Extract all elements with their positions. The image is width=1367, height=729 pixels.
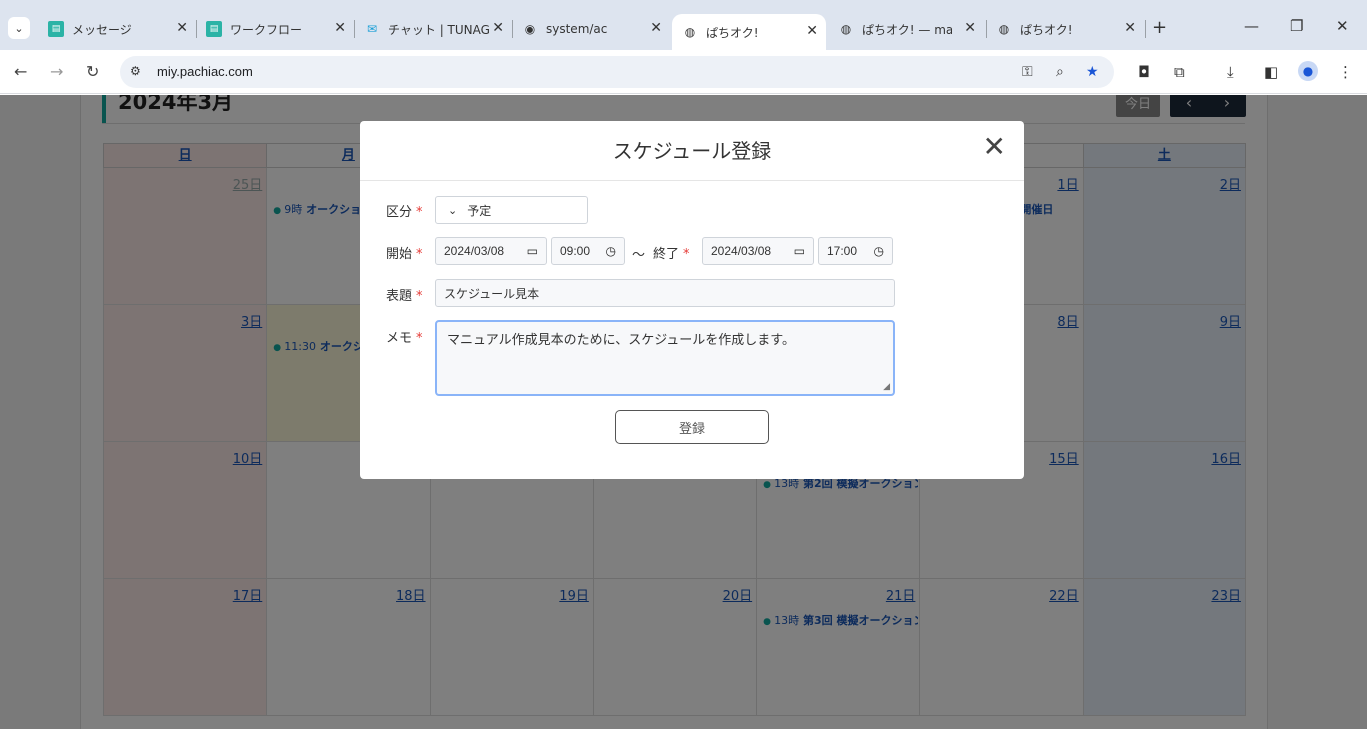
browser-tab-6[interactable]: ◍ ぱちオク! — manu ✕ (830, 14, 984, 44)
tab-title: system/ac (546, 22, 608, 36)
end-date-input[interactable]: 2024/03/08 ▭ (702, 237, 814, 265)
tab-title: ワークフロー (230, 22, 303, 37)
register-button[interactable]: 登録 (615, 410, 769, 444)
tab-title: ぱちオク! — manu (862, 22, 952, 37)
key-icon[interactable]: ⚿ (1022, 64, 1033, 80)
globe-icon: ◍ (840, 22, 852, 36)
tab-separator (512, 20, 513, 38)
profile-avatar-icon[interactable]: ● (1298, 61, 1318, 81)
tab-title: ぱちオク! (1020, 22, 1073, 37)
end-time-input[interactable]: 17:00 ◷ (818, 237, 893, 265)
clock-icon[interactable]: ◷ (874, 244, 884, 258)
tab-separator (196, 20, 197, 38)
side-panel-icon[interactable]: ◧ (1264, 63, 1278, 81)
address-bar: ← → ↻ ⚙ miy.pachiac.com ⚿ ⌕ ★ ◘ ⧉ ⤓ ◧ ● … (0, 50, 1367, 94)
memo-label: メモ * (386, 331, 423, 346)
bookmark-star-icon[interactable]: ★ (1086, 64, 1099, 80)
close-icon[interactable]: ✕ (806, 23, 818, 39)
extensions-icon[interactable]: ⧉ (1174, 63, 1185, 81)
url-omnibox[interactable]: ⚙ miy.pachiac.com ⚿ ⌕ ★ (120, 56, 1114, 88)
close-icon[interactable]: ✕ (1124, 20, 1136, 36)
browser-tab-5-active[interactable]: ◍ ぱちオク! ✕ (672, 14, 826, 50)
new-tab-plus-icon[interactable]: + (1152, 17, 1167, 38)
tab-strip: ⌄ ▤ メッセージ ✕ ▤ ワークフロー ✕ ✉ チャット | TUNAG ✕ … (0, 0, 1367, 50)
category-label: 区分 * (386, 205, 423, 220)
dialog-close-icon[interactable]: ✕ (983, 133, 1006, 161)
github-icon: ◉ (524, 22, 536, 36)
category-value: 予定 (467, 203, 492, 218)
start-label: 開始 * (386, 247, 423, 262)
camera-icon[interactable]: ◘ (1138, 63, 1150, 81)
book-icon: ▤ (206, 21, 222, 37)
subject-label: 表題 * (386, 289, 423, 304)
zoom-icon[interactable]: ⌕ (1056, 64, 1064, 80)
browser-tab-4[interactable]: ◉ system/ac ✕ (514, 14, 670, 44)
url-text[interactable]: miy.pachiac.com (157, 64, 253, 79)
end-label: 終了 * (653, 247, 690, 262)
required-mark: * (416, 205, 423, 220)
chevron-down-icon: ⌄ (448, 204, 458, 217)
tab-separator (354, 20, 355, 38)
chevron-down-icon: ⌄ (14, 21, 24, 35)
category-select[interactable]: ⌄ 予定 (435, 196, 588, 224)
calendar-icon[interactable]: ▭ (794, 244, 805, 258)
required-mark: * (416, 247, 423, 262)
calendar-icon[interactable]: ▭ (527, 244, 538, 258)
range-separator: ～ (632, 248, 646, 263)
minimize-icon[interactable]: — (1244, 17, 1259, 35)
restore-icon[interactable]: ❐ (1290, 17, 1303, 35)
start-date-input[interactable]: 2024/03/08 ▭ (435, 237, 547, 265)
clock-icon[interactable]: ◷ (606, 244, 616, 258)
close-icon[interactable]: ✕ (492, 20, 504, 36)
tab-title: ぱちオク! (706, 25, 759, 40)
book-icon: ▤ (48, 21, 64, 37)
globe-icon: ◍ (684, 25, 696, 39)
back-arrow-icon[interactable]: ← (14, 62, 27, 81)
close-icon[interactable]: ✕ (964, 20, 976, 36)
required-mark: * (416, 289, 423, 304)
tab-separator (1145, 20, 1146, 38)
memo-textarea[interactable]: マニュアル作成見本のために、スケジュールを作成します。 ◢ (435, 320, 895, 396)
tab-title: チャット | TUNAG (388, 22, 490, 37)
browser-tab-3[interactable]: ✉ チャット | TUNAG ✕ (356, 14, 512, 44)
browser-tab-1[interactable]: ▤ メッセージ ✕ (40, 14, 196, 44)
download-icon[interactable]: ⤓ (1227, 63, 1234, 81)
browser-tab-7[interactable]: ◍ ぱちオク! ✕ (988, 14, 1144, 44)
required-mark: * (416, 331, 423, 346)
window-close-icon[interactable]: ✕ (1336, 17, 1349, 35)
globe-icon: ◍ (998, 22, 1010, 36)
forward-arrow-icon[interactable]: → (50, 62, 63, 81)
close-icon[interactable]: ✕ (334, 20, 346, 36)
browser-tab-2[interactable]: ▤ ワークフロー ✕ (198, 14, 354, 44)
start-time-input[interactable]: 09:00 ◷ (551, 237, 625, 265)
dialog-header: スケジュール登録 ✕ (360, 121, 1024, 181)
schedule-registration-dialog: スケジュール登録 ✕ 区分 * ⌄ 予定 開始 * 2024/03/08 ▭ 09:… (360, 121, 1024, 479)
close-icon[interactable]: ✕ (650, 20, 662, 36)
chat-icon: ✉ (366, 22, 378, 36)
required-mark: * (683, 247, 690, 262)
reload-icon[interactable]: ↻ (86, 62, 99, 81)
tab-separator (986, 20, 987, 38)
close-icon[interactable]: ✕ (176, 20, 188, 36)
site-info-icon[interactable]: ⚙ (130, 64, 141, 78)
menu-kebab-icon[interactable]: ⋮ (1338, 63, 1353, 81)
resize-grip-icon[interactable]: ◢ (883, 382, 890, 392)
subject-input[interactable]: スケジュール見本 (435, 279, 895, 307)
tab-search-button[interactable]: ⌄ (8, 17, 30, 39)
dialog-title: スケジュール登録 (612, 139, 772, 163)
tab-title: メッセージ (72, 22, 132, 37)
